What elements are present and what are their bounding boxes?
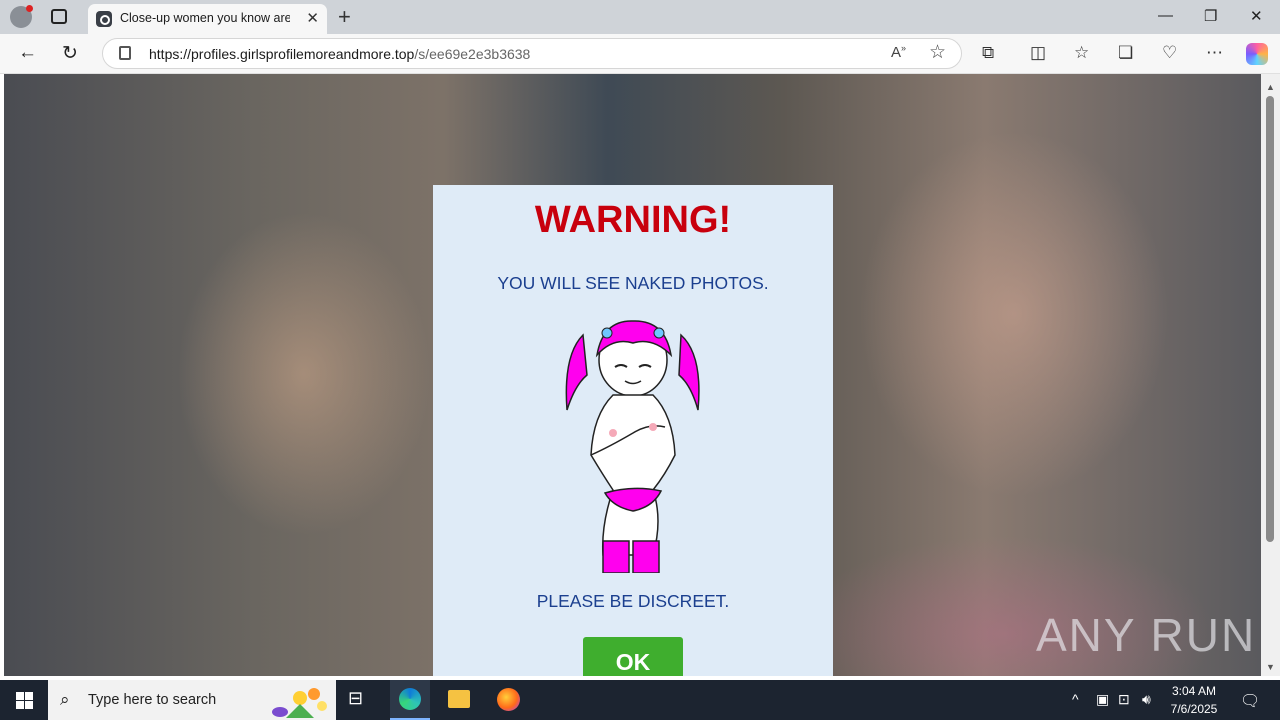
close-window-icon[interactable]: ✕ xyxy=(1250,7,1263,25)
edge-taskbar-button[interactable] xyxy=(390,680,430,720)
page-background: WARNING! YOU WILL SEE NAKED PHOTOS. PLEA… xyxy=(4,74,1261,676)
title-bar: Close-up women you know are lo ✕ + — ❐ ✕ xyxy=(0,0,1280,34)
collections-icon[interactable]: ❏ xyxy=(1118,43,1133,63)
address-bar[interactable]: https://profiles.girlsprofilemoreandmore… xyxy=(102,38,962,69)
extensions-icon[interactable]: ⧉ xyxy=(982,43,994,63)
warning-message: YOU WILL SEE NAKED PHOTOS. xyxy=(497,273,769,293)
read-aloud-icon[interactable]: A» xyxy=(891,43,906,61)
ok-button[interactable]: OK xyxy=(583,637,683,676)
clock-time[interactable]: 3:04 AM xyxy=(1168,684,1220,698)
cartoon-figure-illustration xyxy=(565,320,700,573)
favorites-icon[interactable]: ☆ xyxy=(1074,43,1089,63)
task-view-icon[interactable]: ⊟ xyxy=(348,688,372,712)
network-icon[interactable]: ⊡ xyxy=(1118,691,1130,708)
more-menu-icon[interactable]: ⋯ xyxy=(1206,43,1223,63)
discreet-message: PLEASE BE DISCREET. xyxy=(536,591,730,611)
search-highlight-flowers-icon xyxy=(272,688,327,718)
refresh-icon[interactable]: ↻ xyxy=(62,42,78,65)
edge-icon xyxy=(399,688,421,710)
device-icon[interactable]: ▣ xyxy=(1096,691,1109,708)
warning-title: WARNING! xyxy=(534,199,732,241)
new-tab-icon[interactable]: + xyxy=(338,4,351,30)
url-text[interactable]: https://profiles.girlsprofilemoreandmore… xyxy=(149,46,530,62)
taskbar-search[interactable]: ⌕ Type here to search xyxy=(48,680,336,720)
site-favicon-icon xyxy=(96,11,112,27)
restore-icon[interactable]: ❐ xyxy=(1204,7,1217,25)
show-hidden-icons-icon[interactable]: ^ xyxy=(1072,691,1079,707)
search-icon: ⌕ xyxy=(60,690,70,709)
notifications-icon[interactable]: 🗨︎ xyxy=(1240,691,1260,711)
split-screen-icon[interactable]: ◫ xyxy=(1030,43,1046,63)
page-scrollbar[interactable]: ▲ ▼ xyxy=(1261,74,1280,676)
tab-close-icon[interactable]: ✕ xyxy=(306,9,319,27)
site-info-icon[interactable] xyxy=(119,46,131,60)
search-placeholder: Type here to search xyxy=(88,692,217,708)
url-host: https://profiles.girlsprofilemoreandmore… xyxy=(149,46,415,62)
volume-icon[interactable]: 🔊︎ xyxy=(1142,691,1151,708)
clock-date[interactable]: 7/6/2025 xyxy=(1164,702,1224,716)
taskbar: ⌕ Type here to search ⊟ ^ ▣ ⊡ 🔊︎ 3:04 AM… xyxy=(0,680,1280,720)
url-path: /s/ee69e2e3b3638 xyxy=(414,46,531,62)
windows-start-icon[interactable] xyxy=(16,692,33,709)
back-icon[interactable]: ← xyxy=(18,42,37,64)
tab-actions-icon[interactable] xyxy=(51,9,67,24)
tab-title: Close-up women you know are lo xyxy=(120,11,290,25)
scroll-down-icon[interactable]: ▼ xyxy=(1266,662,1275,672)
copilot-icon[interactable] xyxy=(1246,43,1268,65)
browser-essentials-icon[interactable]: ♡ xyxy=(1162,43,1177,63)
firefox-icon[interactable] xyxy=(497,688,520,711)
anyrun-watermark: ANY RUN xyxy=(1036,609,1257,661)
file-explorer-icon[interactable] xyxy=(448,690,470,708)
notification-dot-icon xyxy=(26,5,33,12)
scroll-thumb[interactable] xyxy=(1266,96,1274,542)
tab-active[interactable]: Close-up women you know are lo ✕ xyxy=(88,4,327,34)
minimize-icon[interactable]: — xyxy=(1158,7,1173,24)
scroll-up-icon[interactable]: ▲ xyxy=(1266,82,1275,92)
warning-dialog: WARNING! YOU WILL SEE NAKED PHOTOS. PLEA… xyxy=(433,185,833,676)
address-toolbar: ← ↻ https://profiles.girlsprofilemoreand… xyxy=(0,34,1280,74)
favorite-star-icon[interactable]: ☆ xyxy=(929,41,946,64)
